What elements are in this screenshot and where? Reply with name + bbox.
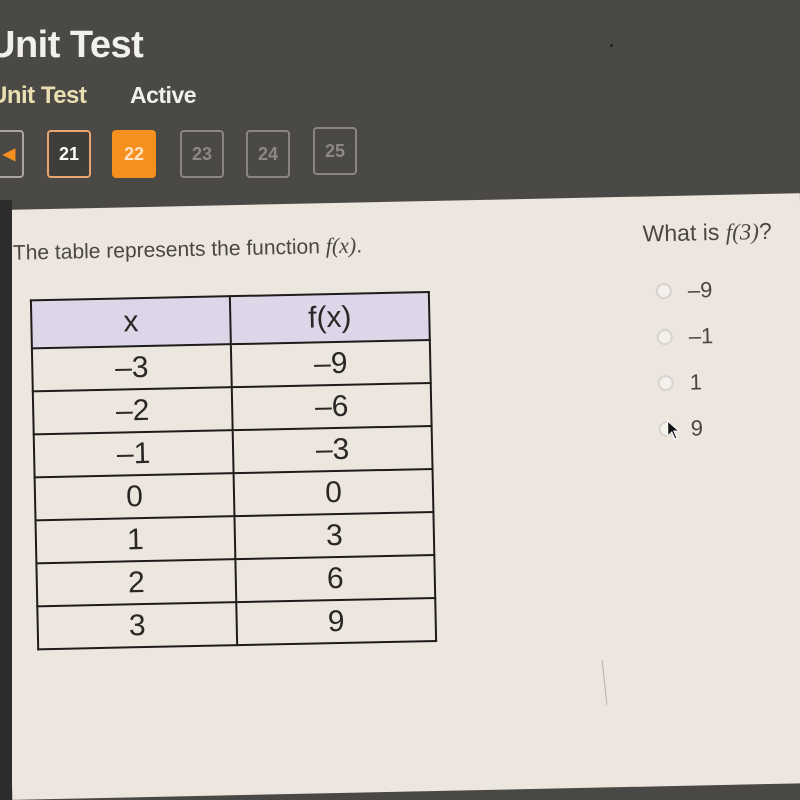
cell-fx: –3 <box>232 426 433 474</box>
question-nav-23[interactable]: 23 <box>180 130 224 178</box>
page-title: Unit Test <box>0 24 144 66</box>
mouse-cursor-icon <box>667 419 681 440</box>
cell-fx: 9 <box>236 597 437 646</box>
question-panel: The table represents the function f(x). … <box>0 193 800 800</box>
option-label: –1 <box>688 323 714 349</box>
option-label: –9 <box>687 277 713 303</box>
cell-fx: –6 <box>231 383 432 431</box>
cell-fx: 6 <box>235 554 436 603</box>
previous-button[interactable]: ◀ <box>0 130 24 178</box>
answer-option[interactable]: 1 <box>657 359 714 406</box>
cell-x: –2 <box>32 387 233 435</box>
triangle-left-icon: ◀ <box>2 146 16 163</box>
question-text-start: What is <box>642 218 726 247</box>
question-nav-25[interactable]: 25 <box>313 127 357 175</box>
question-text: What is f(3)? <box>642 218 772 248</box>
question-number: 23 <box>191 143 213 164</box>
question-nav-24[interactable]: 24 <box>246 130 290 178</box>
column-header-fx: f(x) <box>229 292 430 345</box>
screen-bezel <box>0 200 12 800</box>
prompt-text: The table represents the function <box>12 235 326 265</box>
test-name: Unit Test <box>0 82 87 109</box>
question-end: ? <box>758 217 772 245</box>
question-nav-22[interactable]: 22 <box>112 130 156 178</box>
question-function: f(3) <box>725 219 760 245</box>
column-header-x: x <box>30 296 231 349</box>
cell-x: 3 <box>37 602 238 650</box>
radio-button[interactable] <box>656 328 673 346</box>
question-prompt: The table represents the function f(x). <box>13 232 363 265</box>
header: Unit Test Unit Test Active ◀ 21 22 23 24… <box>0 0 800 205</box>
table-header-row: x f(x) <box>30 292 430 349</box>
answer-option[interactable]: –9 <box>655 267 713 314</box>
cell-x: 0 <box>34 473 235 521</box>
answer-option[interactable]: –1 <box>656 313 714 360</box>
status-label: Active <box>130 82 197 108</box>
option-label: 1 <box>689 369 703 395</box>
cell-x: 2 <box>36 559 237 607</box>
cell-fx: 0 <box>233 468 434 517</box>
cell-fx: 3 <box>234 511 435 560</box>
cell-fx: –9 <box>230 340 431 388</box>
radio-button[interactable] <box>657 374 674 392</box>
table-row: 39 <box>37 597 437 650</box>
question-number: 24 <box>257 143 279 164</box>
answer-options: –9 –1 1 9 <box>655 267 715 452</box>
question-nav-21[interactable]: 21 <box>47 130 91 178</box>
function-table: x f(x) –3 –9 –2 –6 –1 –3 00 13 26 39 <box>30 291 437 650</box>
cell-x: 1 <box>35 516 236 564</box>
cell-x: –1 <box>33 430 234 478</box>
question-number: 21 <box>58 143 80 164</box>
option-label: 9 <box>690 415 704 441</box>
screen-speck <box>610 44 613 47</box>
prompt-function: f(x) <box>325 232 357 259</box>
answer-option[interactable]: 9 <box>658 405 715 452</box>
cell-x: –3 <box>31 344 232 392</box>
radio-button[interactable] <box>655 282 673 300</box>
prompt-end: . <box>355 234 363 258</box>
question-number: 22 <box>123 143 145 164</box>
question-number: 25 <box>324 140 346 161</box>
